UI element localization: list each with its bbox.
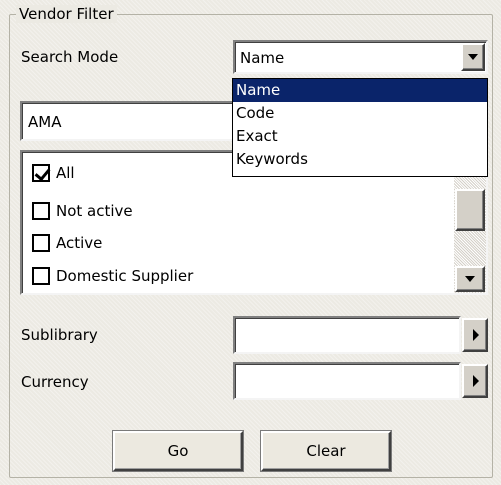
dropdown-option-exact[interactable]: Exact — [233, 125, 487, 148]
search-text-value: AMA — [28, 113, 62, 131]
search-mode-label: Search Mode — [21, 48, 119, 66]
list-item-label: All — [56, 164, 75, 182]
currency-label: Currency — [21, 373, 89, 391]
search-mode-select[interactable]: Name — [233, 40, 488, 74]
vendor-filter-page: Vendor Filter Search Mode Name AMA All N… — [0, 0, 501, 485]
list-item-not-active[interactable]: Not active — [32, 200, 133, 222]
go-button[interactable]: Go — [113, 431, 243, 471]
checkmark-icon — [34, 164, 51, 182]
search-mode-dropdown-button[interactable] — [461, 43, 485, 71]
currency-field[interactable] — [233, 362, 461, 400]
triangle-right-icon — [473, 375, 479, 387]
scroll-down-button[interactable] — [455, 266, 485, 292]
sublibrary-label: Sublibrary — [21, 326, 98, 344]
checkbox-active[interactable] — [32, 234, 50, 252]
list-item-label: Active — [56, 234, 103, 252]
dropdown-option-code[interactable]: Code — [233, 102, 487, 125]
clear-button[interactable]: Clear — [261, 431, 391, 471]
dropdown-option-keywords[interactable]: Keywords — [233, 148, 487, 171]
sublibrary-picker-button[interactable] — [462, 318, 488, 352]
go-button-label: Go — [167, 442, 189, 460]
search-mode-dropdown-list: Name Code Exact Keywords — [232, 78, 488, 177]
list-item-domestic-supplier[interactable]: Domestic Supplier — [32, 265, 193, 287]
list-item-label: Domestic Supplier — [56, 267, 194, 285]
clear-button-label: Clear — [306, 442, 346, 460]
dropdown-option-name[interactable]: Name — [233, 79, 487, 102]
chevron-down-icon — [465, 276, 475, 282]
panel-title: Vendor Filter — [16, 5, 117, 23]
triangle-right-icon — [473, 329, 479, 341]
list-item-all[interactable]: All — [32, 162, 75, 184]
sublibrary-field[interactable] — [233, 316, 461, 354]
scrollbar-thumb[interactable] — [455, 189, 485, 231]
currency-picker-button[interactable] — [462, 364, 488, 398]
chevron-down-icon — [468, 54, 478, 60]
checkbox-not-active[interactable] — [32, 202, 50, 220]
list-item-active[interactable]: Active — [32, 232, 102, 254]
checkbox-domestic-supplier[interactable] — [32, 267, 50, 285]
list-item-label: Not active — [56, 202, 133, 220]
checkbox-all[interactable] — [32, 164, 51, 182]
search-mode-value: Name — [240, 49, 285, 67]
